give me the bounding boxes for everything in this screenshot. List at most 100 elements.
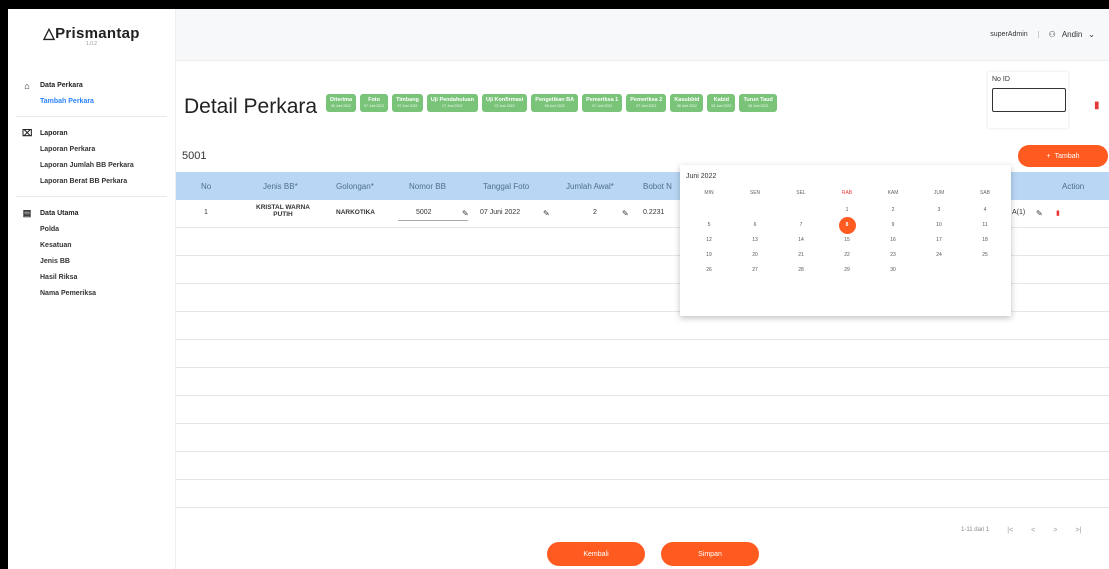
step-date: 07 Juni 2022 <box>636 104 657 108</box>
calendar-day[interactable]: 23 <box>870 252 916 258</box>
calendar-day[interactable]: 10 <box>916 222 962 228</box>
col-header-golongan: Golongan* <box>336 182 374 191</box>
chevron-down-icon: ⌄ <box>1088 30 1095 39</box>
sidebar-item-hasil-riksa[interactable]: Hasil Riksa <box>8 270 175 286</box>
edit-icon[interactable]: ✎ <box>622 209 629 218</box>
brand-name: Prismantap <box>55 24 140 42</box>
step-date: 07 Juni 2022 <box>592 104 613 108</box>
step-date: 08 Juni 2022 <box>676 104 697 108</box>
step-badge: Kabid 08 Juni 2022 <box>707 94 736 112</box>
calendar-day[interactable]: 4 <box>962 207 1008 213</box>
calendar-day[interactable]: 20 <box>732 252 778 258</box>
calendar-day[interactable]: 29 <box>824 267 870 273</box>
report-icon: ⌧ <box>22 128 33 138</box>
cell-golongan: NARKOTIKA <box>336 209 375 216</box>
calendar-day-selected[interactable]: 8 <box>824 217 870 234</box>
calendar-day[interactable]: 16 <box>870 237 916 243</box>
row-divider <box>176 367 1109 368</box>
calendar-weekday: SAB <box>979 190 990 196</box>
calendar-day[interactable]: 24 <box>916 252 962 258</box>
no-id-card: No ID <box>988 72 1068 128</box>
cell-nomor[interactable]: 5002 <box>416 209 432 216</box>
first-page-icon[interactable]: |< <box>1007 527 1013 534</box>
cell-tanggal[interactable]: 07 Juni 2022 <box>480 209 520 216</box>
step-label: Pengetikan BA <box>535 97 575 103</box>
no-id-input[interactable] <box>992 88 1066 112</box>
row-divider <box>176 507 1109 508</box>
sidebar-group-label: Laporan <box>40 130 68 137</box>
step-badge: Diterima 06 Juni 2022 <box>326 94 357 112</box>
sidebar-item-laporan-perkara[interactable]: Laporan Perkara <box>8 142 175 158</box>
calendar-day[interactable]: 2 <box>870 207 916 213</box>
sidebar-item-nama-pemeriksa[interactable]: Nama Pemeriksa <box>8 286 175 302</box>
step-date: 07 Juni 2022 <box>494 104 515 108</box>
edit-icon[interactable]: ✎ <box>462 209 469 218</box>
trash-icon[interactable]: ▮ <box>1056 209 1060 217</box>
case-id: 5001 <box>182 150 207 162</box>
last-page-icon[interactable]: >| <box>1075 527 1081 534</box>
sidebar-item-tambah-perkara[interactable]: Tambah Perkara <box>8 94 175 110</box>
calendar-day[interactable]: 22 <box>824 252 870 258</box>
calendar-day[interactable]: 28 <box>778 267 824 273</box>
sidebar-item-laporan-berat[interactable]: Laporan Berat BB Perkara <box>8 174 175 190</box>
topbar: superAdmin ⚇ Andin ⌄ <box>176 9 1109 61</box>
calendar-day[interactable]: 21 <box>778 252 824 258</box>
calendar-day[interactable]: 30 <box>870 267 916 273</box>
calendar-day[interactable]: 13 <box>732 237 778 243</box>
calendar-day[interactable]: 17 <box>916 237 962 243</box>
calendar-day[interactable]: 27 <box>732 267 778 273</box>
cell-bobot[interactable]: 0.2231 <box>643 209 664 216</box>
calendar-day[interactable]: 6 <box>732 222 778 228</box>
sidebar-item-kesatuan[interactable]: Kesatuan <box>8 238 175 254</box>
calendar-day[interactable]: 5 <box>686 222 732 228</box>
calendar-day[interactable]: 1 <box>824 207 870 213</box>
edit-icon[interactable]: ✎ <box>543 209 550 218</box>
calendar-weekday: MIN <box>704 190 714 196</box>
add-button[interactable]: + Tambah <box>1018 145 1108 167</box>
calendar-day[interactable]: 9 <box>870 222 916 228</box>
step-label: Timbang <box>396 97 419 103</box>
sidebar-group-data-perkara[interactable]: ⌂ Data Perkara <box>8 77 175 94</box>
row-divider <box>176 423 1109 424</box>
sidebar-group-laporan[interactable]: ⌧ Laporan <box>8 125 175 142</box>
cell-no: 1 <box>204 209 208 216</box>
sidebar-item-jenis-bb[interactable]: Jenis BB <box>8 254 175 270</box>
next-page-icon[interactable]: > <box>1053 527 1057 534</box>
calendar-day[interactable]: 7 <box>778 222 824 228</box>
step-badge: Turun Taud 08 Juni 2022 <box>739 94 777 112</box>
brand-logo: △Prismantap <box>43 24 140 42</box>
user-menu[interactable]: ⚇ Andin ⌄ <box>1049 30 1095 39</box>
home-icon: ⌂ <box>24 80 30 91</box>
calendar-day[interactable]: 26 <box>686 267 732 273</box>
cell-jumlah[interactable]: 2 <box>593 209 597 216</box>
no-id-label: No ID <box>992 76 1010 83</box>
calendar-day[interactable]: 19 <box>686 252 732 258</box>
calendar-day[interactable]: 25 <box>962 252 1008 258</box>
col-header-jumlah: Jumlah Awal* <box>566 182 614 191</box>
calendar-day[interactable]: 14 <box>778 237 824 243</box>
step-date: 08 Juni 2022 <box>544 104 565 108</box>
step-badge: Pemeriksa 2 07 Juni 2022 <box>626 94 667 112</box>
step-badge: Uji Konfirmasi 07 Juni 2022 <box>481 94 528 112</box>
calendar-day[interactable]: 15 <box>824 237 870 243</box>
step-date: 07 Juni 2022 <box>442 104 463 108</box>
step-badge: Kasubbid 08 Juni 2022 <box>670 94 704 112</box>
prev-page-icon[interactable]: < <box>1031 527 1035 534</box>
edit-icon[interactable]: ✎ <box>1036 209 1043 218</box>
brand: △Prismantap 1.0.2 <box>8 9 175 61</box>
calendar-day[interactable]: 12 <box>686 237 732 243</box>
main-content: Detail Perkara Diterima 06 Juni 2022 Foto… <box>176 62 1109 569</box>
calendar-day[interactable]: 18 <box>962 237 1008 243</box>
sidebar-group-data-utama[interactable]: ▤ Data Utama <box>8 205 175 222</box>
col-header-no: No <box>201 182 212 191</box>
row-divider <box>176 395 1109 396</box>
calendar-weekday: SEL <box>796 190 806 196</box>
save-button[interactable]: Simpan <box>661 542 759 566</box>
sidebar-item-polda[interactable]: Polda <box>8 222 175 238</box>
sidebar-item-laporan-jumlah[interactable]: Laporan Jumlah BB Perkara <box>8 158 175 174</box>
user-name: Andin <box>1061 30 1083 39</box>
delete-icon[interactable]: ▮ <box>1094 100 1100 111</box>
back-button[interactable]: Kembali <box>547 542 645 566</box>
calendar-day[interactable]: 3 <box>916 207 962 213</box>
calendar-day[interactable]: 11 <box>962 222 1008 228</box>
